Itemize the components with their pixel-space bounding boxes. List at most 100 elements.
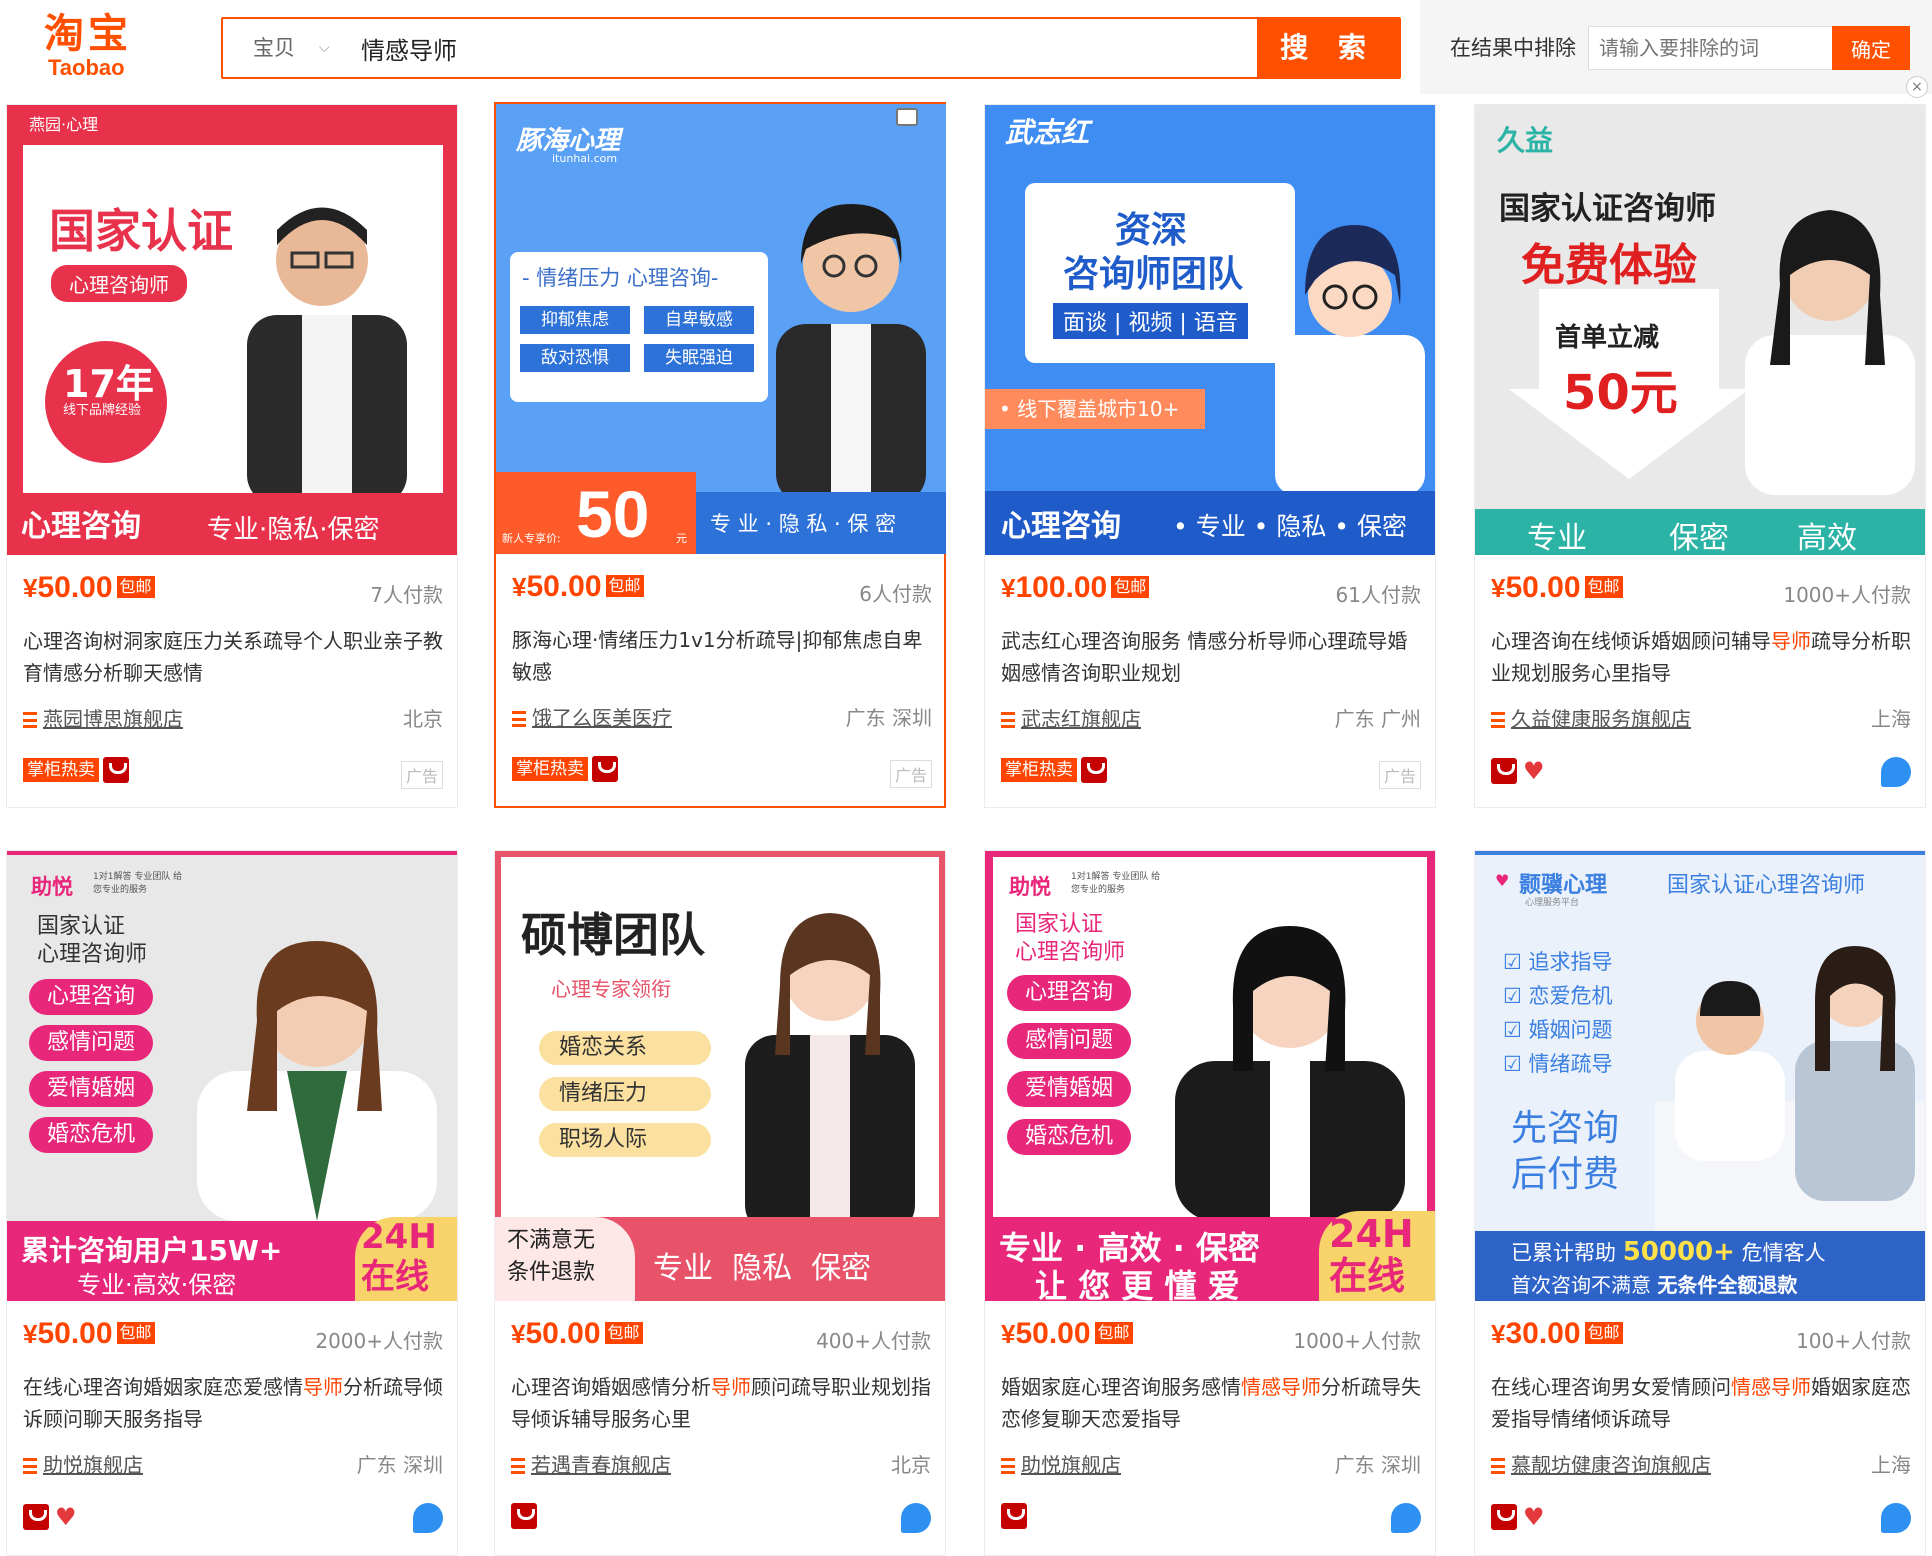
tag: 婚恋关系 [539,1031,711,1065]
price-row: ¥50.00 包邮 6人付款 [512,570,932,610]
tmall-icon[interactable] [1491,1504,1517,1530]
logo-chinese: 淘宝 [44,11,132,57]
tmall-icon[interactable] [103,757,129,783]
tmall-icon[interactable] [511,1503,537,1529]
hot-seller-badge[interactable]: 掌柜热卖 [512,757,588,781]
free-shipping-badge: 包邮 [605,575,644,597]
sales-count: 6人付款 [859,582,932,606]
shop-icon [1491,1458,1505,1474]
consultant-photo [745,913,915,1235]
banner-right: • 专业 • 隐私 • 保密 [1173,512,1407,541]
product-title[interactable]: 心理咨询在线倾诉婚姻顾问辅导导师疏导分析职业规划服务心里指导 [1491,625,1911,689]
shop-row: 饿了么医美医疗 广东 深圳 [512,702,932,732]
hot-seller-badge[interactable]: 掌柜热卖 [1001,758,1077,782]
tag: 婚恋危机 [1007,1119,1131,1155]
water-drop-icon[interactable] [1881,757,1911,787]
product-title[interactable]: 豚海心理·情绪压力1v1分析疏导|抑郁焦虑自卑敏感 [512,624,932,688]
product-card[interactable]: 硕博团队 心理专家领衔 婚恋关系 情绪压力 职场人际 不满意无 条件退款 专业 … [494,850,946,1556]
exclude-input[interactable] [1588,26,1844,70]
product-card[interactable]: 燕园·心理 国家认证 心理咨询师 17年 线下品牌经验 心理咨询 专业·隐私·保… [6,104,458,808]
water-drop-icon[interactable] [901,1503,931,1533]
product-title[interactable]: 在线心理咨询男女爱情顾问情感导师婚姻家庭恋爱指导情绪倾诉疏导 [1491,1371,1911,1435]
product-image[interactable]: 燕园·心理 国家认证 心理咨询师 17年 线下品牌经验 心理咨询 专业·隐私·保… [7,105,457,555]
shop-icon [23,712,37,728]
tmall-icon[interactable] [23,1504,49,1530]
tag: 婚恋危机 [29,1117,153,1153]
water-drop-icon[interactable] [1881,1503,1911,1533]
product-image[interactable]: 豚海心理 itunhai.com - 情绪压力 心理咨询- 抑郁焦虑 自卑敏感 … [496,104,946,554]
price: ¥50.00 [23,571,113,604]
shop-link[interactable]: 燕园博思旗舰店 [43,707,183,731]
shop-link[interactable]: 饿了么医美医疗 [532,706,672,730]
product-card[interactable]: 豚海心理 itunhai.com - 情绪压力 心理咨询- 抑郁焦虑 自卑敏感 … [494,102,946,808]
water-drop-icon[interactable] [1391,1503,1421,1533]
product-image[interactable]: 助悦 1对1解答 专业团队 给您专业的服务 国家认证 心理咨询师 心理咨询 感情… [985,851,1435,1301]
product-title[interactable]: 婚姻家庭心理咨询服务感情情感导师分析疏导失恋修复聊天恋爱指导 [1001,1371,1421,1435]
sales-count: 400+人付款 [816,1329,931,1353]
tmall-icon[interactable] [1491,758,1517,784]
tag: 职场人际 [539,1123,711,1157]
top-search-bar: 淘宝 Taobao 宝贝 ⌵ 搜 索 在结果中排除 确定 [0,0,1932,94]
banner-item: 专业 [1527,521,1587,555]
location: 北京 [403,707,443,731]
tmall-icon[interactable] [592,756,618,782]
tag: 情绪压力 [539,1077,711,1111]
tag: 心理咨询 [1007,975,1131,1011]
price-row: ¥30.00 包邮 100+人付款 [1491,1317,1911,1357]
product-image[interactable]: ♥ 颢骥心理 心理服务平台 国家认证心理咨询师 ☑ 追求指导 ☑ 恋爱危机 ☑ … [1475,851,1925,1301]
sales-count: 2000+人付款 [315,1329,443,1353]
product-title[interactable]: 心理咨询婚姻感情分析导师顾问疏导职业规划指导倾诉辅导服务心里 [511,1371,931,1435]
certification: 国家认证 心理咨询师 [37,914,148,967]
free-shipping-badge: 包邮 [1584,1322,1623,1344]
product-card[interactable]: 武志红 资深 咨询师团队 面谈 | 视频 | 语音 • 线下覆盖城市10+ 心理… [984,104,1436,808]
product-image[interactable]: 硕博团队 心理专家领衔 婚恋关系 情绪压力 职场人际 不满意无 条件退款 专业 … [495,851,945,1301]
taobao-logo[interactable]: 淘宝 Taobao [44,12,174,82]
search-button[interactable]: 搜 索 [1257,19,1399,77]
product-title[interactable]: 在线心理咨询婚姻家庭恋爱感情导师分析疏导倾诉顾问聊天服务指导 [23,1371,443,1435]
close-icon[interactable]: × [1906,76,1928,98]
consultant-photo [247,207,407,505]
shop-link[interactable]: 慕靓坊健康咨询旗舰店 [1511,1453,1711,1477]
exclude-label: 在结果中排除 [1450,36,1576,60]
product-image[interactable]: 久益 国家认证咨询师 免费体验 首单立减 50元 专业 保密 高效 [1475,105,1925,555]
shop-link[interactable]: 若遇青春旗舰店 [531,1453,671,1477]
tmall-icon[interactable] [1081,757,1107,783]
product-title[interactable]: 武志红心理咨询服务 情感分析导师心理疏导婚姻感情咨询职业规划 [1001,625,1421,689]
shop-link[interactable]: 武志红旗舰店 [1021,707,1141,731]
sales-count: 7人付款 [370,583,443,607]
product-card[interactable]: ♥ 颢骥心理 心理服务平台 国家认证心理咨询师 ☑ 追求指导 ☑ 恋爱危机 ☑ … [1474,850,1926,1556]
price-row: ¥50.00 包邮 1000+人付款 [1001,1317,1421,1357]
shop-icon [1491,712,1505,728]
brand-label: 久益 [1497,124,1554,157]
search-scope-dropdown[interactable]: 宝贝 ⌵ [223,19,347,77]
couple-photo [1655,946,1925,1231]
shop-link[interactable]: 助悦旗舰店 [1021,1453,1121,1477]
heart-icon[interactable]: ♥ [1523,1503,1545,1531]
doctor-illustration [1275,225,1425,495]
shop-link[interactable]: 助悦旗舰店 [43,1453,143,1477]
product-card[interactable]: 助悦 1对1解答 专业团队 给您专业的服务 国家认证 心理咨询师 心理咨询 感情… [6,850,458,1556]
shop-link[interactable]: 久益健康服务旗舰店 [1511,707,1691,731]
hot-seller-badge[interactable]: 掌柜热卖 [23,758,99,782]
product-title[interactable]: 心理咨询树洞家庭压力关系疏导个人职业亲子教育情感分析聊天感情 [23,625,443,689]
similar-icon[interactable] [896,108,918,126]
search-input[interactable] [347,19,1227,77]
product-card[interactable]: 久益 国家认证咨询师 免费体验 首单立减 50元 专业 保密 高效 ¥50.00… [1474,104,1926,808]
heart-icon[interactable]: ♥ [55,1503,77,1531]
online-badge: 24H 在线 [361,1217,437,1297]
product-card[interactable]: 助悦 1对1解答 专业团队 给您专业的服务 国家认证 心理咨询师 心理咨询 感情… [984,850,1436,1556]
product-image[interactable]: 助悦 1对1解答 专业团队 给您专业的服务 国家认证 心理咨询师 心理咨询 感情… [7,851,457,1301]
free-shipping-badge: 包邮 [116,576,155,598]
tmall-icon[interactable] [1001,1503,1027,1529]
water-drop-icon[interactable] [413,1503,443,1533]
free-shipping-badge: 包邮 [1111,576,1150,598]
badge-row: ♥ [1491,1503,1911,1533]
badge-row: ♥ [23,1503,443,1533]
refund-line: 首次咨询不满意 无条件全额退款 [1511,1273,1798,1297]
product-image[interactable]: 武志红 资深 咨询师团队 面谈 | 视频 | 语音 • 线下覆盖城市10+ 心理… [985,105,1435,555]
heart-icon[interactable]: ♥ [1523,757,1545,785]
price-row: ¥50.00 包邮 1000+人付款 [1491,571,1911,611]
brand-note: 心理服务平台 [1525,898,1580,908]
sales-count: 1000+人付款 [1293,1329,1421,1353]
confirm-button[interactable]: 确定 [1832,26,1910,70]
